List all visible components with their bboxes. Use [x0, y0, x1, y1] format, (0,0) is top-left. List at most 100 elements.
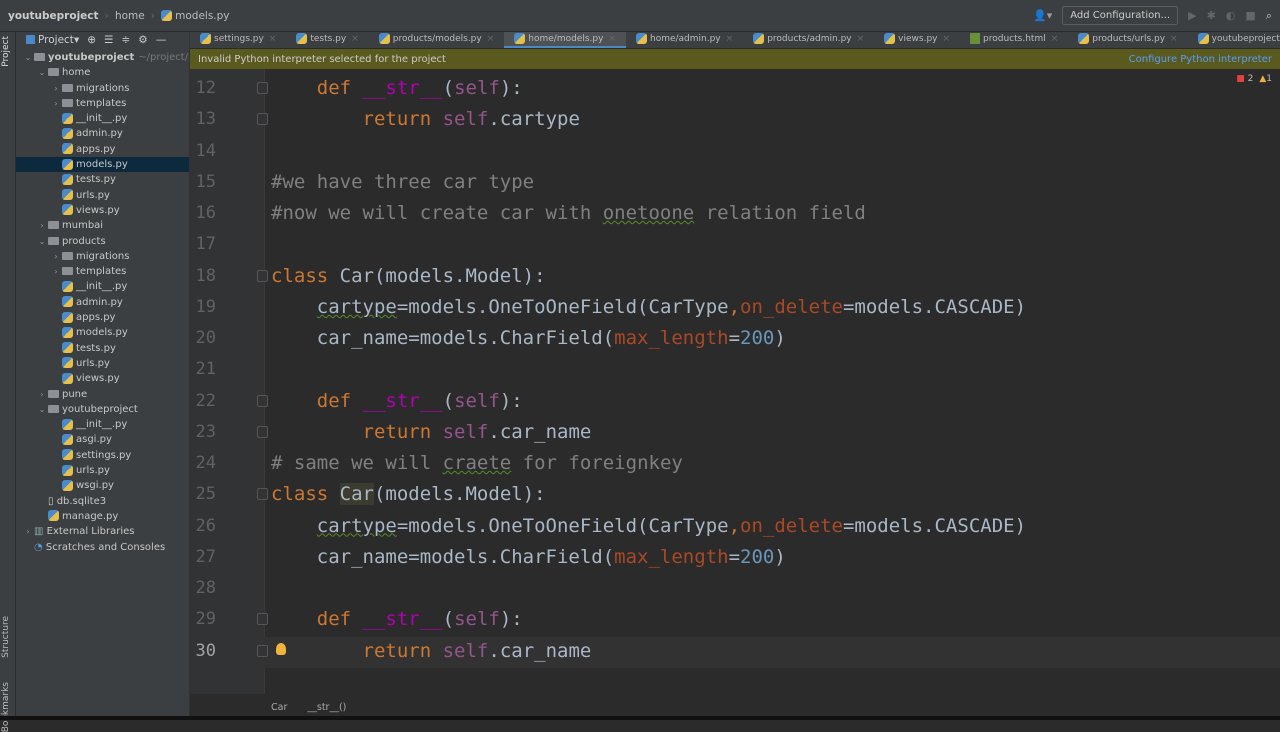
fold-marker-icon[interactable]	[257, 269, 268, 282]
tree-item[interactable]: urls.py	[16, 463, 189, 478]
code-line[interactable]: #now we will create car with onetoone re…	[271, 198, 866, 229]
configure-interpreter-link[interactable]: Configure Python interpreter	[1129, 54, 1272, 65]
breadcrumb-folder[interactable]: home	[115, 10, 145, 22]
structure-tool-window-button[interactable]: Structure	[1, 616, 11, 658]
close-tab-icon[interactable]: ×	[943, 34, 951, 44]
fold-marker-icon[interactable]	[257, 425, 268, 438]
tree-item[interactable]: › templates	[16, 96, 189, 111]
fold-marker-icon[interactable]	[257, 488, 268, 501]
code-line[interactable]: car_name=models.CharField(max_length=200…	[271, 542, 786, 573]
tree-item[interactable]: admin.py	[16, 295, 189, 310]
tab-settings-py[interactable]: settings.py ×	[190, 32, 286, 48]
tree-item[interactable]: apps.py	[16, 142, 189, 157]
search-icon[interactable]: ⌕	[1266, 9, 1272, 23]
tree-item[interactable]: manage.py	[16, 509, 189, 524]
close-tab-icon[interactable]: ×	[269, 34, 277, 44]
tab-products-urls-py[interactable]: products/urls.py ×	[1068, 32, 1187, 48]
fold-marker-icon[interactable]	[257, 82, 268, 94]
code-editor[interactable]	[264, 69, 1280, 694]
tree-item[interactable]: apps.py	[16, 310, 189, 325]
fold-marker-icon[interactable]	[257, 113, 268, 126]
code-line[interactable]: #we have three car type	[271, 167, 534, 198]
breadcrumb-project[interactable]: youtubeproject	[8, 10, 99, 22]
code-line[interactable]: class Car(models.Model):	[271, 479, 546, 510]
expanded-arrow-icon[interactable]: ⌄	[22, 50, 34, 65]
tree-item[interactable]: ▯ db.sqlite3	[16, 494, 189, 509]
tree-item[interactable]: tests.py	[16, 172, 189, 187]
collapse-all-icon[interactable]: ≑	[121, 34, 130, 46]
tree-item[interactable]: models.py	[16, 157, 189, 173]
tree-item[interactable]: __init__.py	[16, 417, 189, 432]
tree-item[interactable]: › ▥ External Libraries	[16, 524, 189, 539]
code-line[interactable]: cartype=models.OneToOneField(CarType,on_…	[271, 511, 1026, 542]
tab-tests-py[interactable]: tests.py ×	[286, 32, 368, 48]
expanded-arrow-icon[interactable]: ⌄	[36, 65, 48, 80]
collapsed-arrow-icon[interactable]: ›	[50, 96, 62, 111]
debug-icon[interactable]: ✱	[1207, 9, 1216, 22]
project-tool-window-button[interactable]: Project	[1, 36, 11, 67]
add-configuration-button[interactable]: Add Configuration...	[1062, 6, 1179, 25]
close-tab-icon[interactable]: ×	[726, 34, 734, 44]
tree-item[interactable]: ⌄ youtubeproject~/project/pyt	[16, 50, 189, 65]
collapsed-arrow-icon[interactable]: ›	[36, 218, 48, 233]
fold-marker-icon[interactable]	[257, 394, 268, 407]
close-tab-icon[interactable]: ×	[1170, 34, 1178, 44]
code-line[interactable]: cartype=models.OneToOneField(CarType,on_…	[271, 292, 1026, 323]
fold-marker-icon[interactable]	[257, 613, 268, 626]
coverage-icon[interactable]: ◐	[1226, 9, 1236, 22]
tree-item[interactable]: asgi.py	[16, 432, 189, 447]
tab-views-py[interactable]: views.py ×	[874, 32, 960, 48]
tree-item[interactable]: settings.py	[16, 448, 189, 463]
collapsed-arrow-icon[interactable]: ›	[22, 524, 34, 539]
close-tab-icon[interactable]: ×	[487, 34, 495, 44]
tree-item[interactable]: wsgi.py	[16, 478, 189, 493]
fold-marker-icon[interactable]	[257, 644, 268, 657]
tab-products-models-py[interactable]: products/models.py ×	[369, 32, 505, 48]
tree-item[interactable]: › migrations	[16, 81, 189, 96]
code-line[interactable]: def __str__(self):	[271, 73, 523, 104]
editor-breadcrumb-method[interactable]: __str__()	[307, 702, 346, 713]
tree-item[interactable]: tests.py	[16, 341, 189, 356]
gear-icon[interactable]: ⚙	[138, 34, 147, 46]
code-line[interactable]: def __str__(self):	[271, 386, 523, 417]
tree-item[interactable]: ◔ Scratches and Consoles	[16, 540, 189, 555]
code-line[interactable]: return self.car_name	[271, 636, 592, 667]
close-tab-icon[interactable]: ×	[351, 34, 359, 44]
expanded-arrow-icon[interactable]: ⌄	[36, 402, 48, 417]
code-line[interactable]: car_name=models.CharField(max_length=200…	[271, 323, 786, 354]
code-line[interactable]: return self.car_name	[271, 417, 592, 448]
tree-item[interactable]: models.py	[16, 325, 189, 340]
close-tab-icon[interactable]: ×	[608, 34, 616, 44]
code-line[interactable]: def __str__(self):	[271, 604, 523, 635]
tree-item[interactable]: urls.py	[16, 356, 189, 371]
tree-item[interactable]: views.py	[16, 203, 189, 218]
close-tab-icon[interactable]: ×	[1051, 34, 1059, 44]
tab-products-html[interactable]: products.html ×	[960, 32, 1068, 48]
tree-item[interactable]: __init__.py	[16, 279, 189, 294]
tab-youtubeproject-urls-py[interactable]: youtubeproject/urls.py×	[1188, 32, 1280, 48]
collapsed-arrow-icon[interactable]: ›	[50, 81, 62, 96]
tree-item[interactable]: ⌄ products	[16, 234, 189, 249]
collapsed-arrow-icon[interactable]: ›	[50, 264, 62, 279]
tree-item[interactable]: __init__.py	[16, 111, 189, 126]
tab-home-models-py[interactable]: home/models.py ×	[504, 32, 626, 48]
tree-item[interactable]: admin.py	[16, 126, 189, 141]
tree-item[interactable]: › migrations	[16, 249, 189, 264]
user-icon[interactable]: 👤▾	[1033, 9, 1052, 22]
code-line[interactable]: # same we will craete for foreignkey	[271, 448, 683, 479]
lightbulb-icon[interactable]	[276, 643, 286, 655]
tab-products-admin-py[interactable]: products/admin.py ×	[743, 32, 874, 48]
close-tab-icon[interactable]: ×	[857, 34, 865, 44]
editor-breadcrumb-class[interactable]: Car	[271, 702, 287, 713]
expanded-arrow-icon[interactable]: ⌄	[36, 234, 48, 249]
collapsed-arrow-icon[interactable]: ›	[36, 387, 48, 402]
tree-item[interactable]: ⌄ home	[16, 65, 189, 80]
tab-home-admin-py[interactable]: home/admin.py ×	[626, 32, 743, 48]
tree-item[interactable]: ⌄ youtubeproject	[16, 402, 189, 417]
code-line[interactable]: return self.cartype	[271, 104, 580, 135]
tree-item[interactable]: › mumbai	[16, 218, 189, 233]
stop-icon[interactable]: ■	[1245, 9, 1255, 22]
expand-all-icon[interactable]: ☰	[104, 34, 113, 46]
inspection-widget[interactable]: ■ 2 ▲1	[1236, 74, 1272, 84]
breadcrumb-file[interactable]: models.py	[161, 10, 230, 22]
